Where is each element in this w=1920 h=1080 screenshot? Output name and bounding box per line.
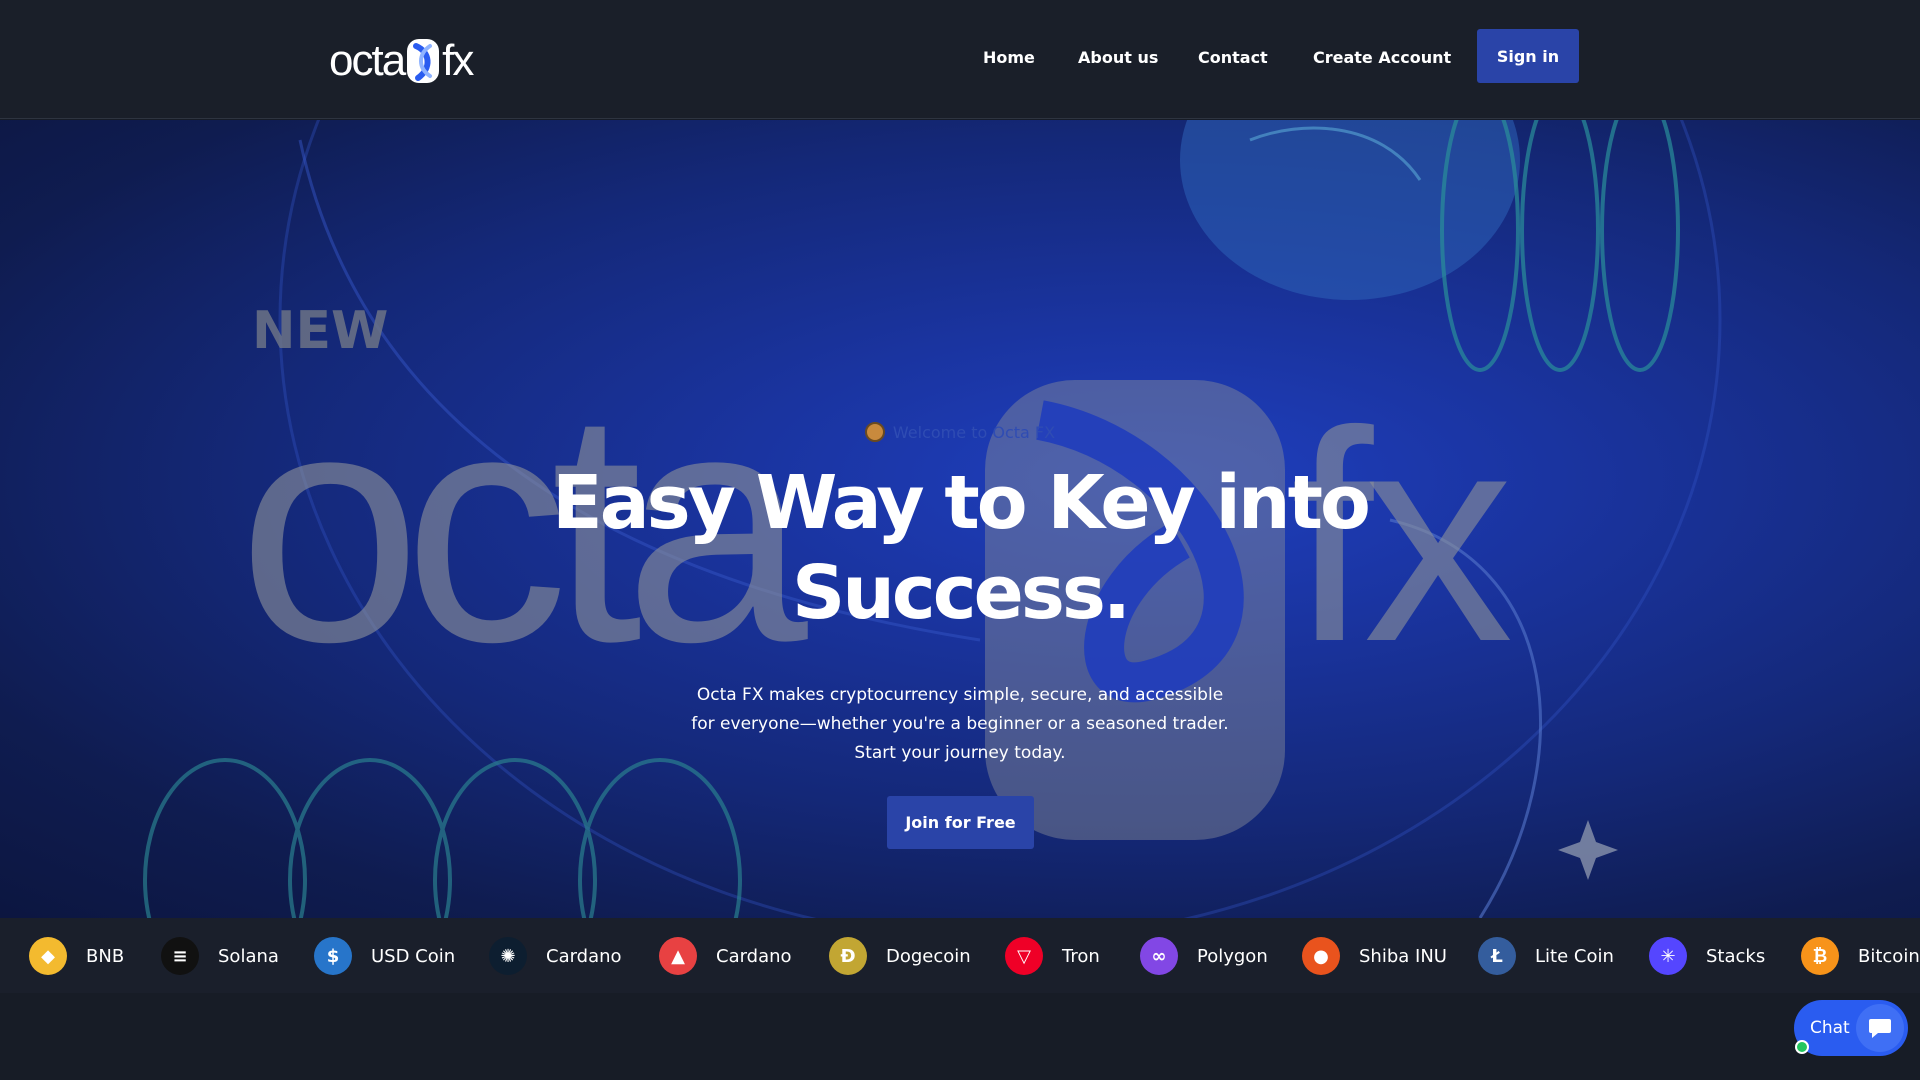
bnb-icon: ◆ bbox=[29, 937, 67, 975]
cardano-icon: ✺ bbox=[489, 937, 527, 975]
brand-logo[interactable]: octa fx bbox=[329, 35, 474, 87]
ticker-item[interactable]: ✺ Cardano bbox=[489, 936, 622, 976]
description-line-3: Start your journey today. bbox=[854, 743, 1066, 763]
nav-home-link[interactable]: Home bbox=[983, 48, 1035, 67]
ticker-label: Shiba INU bbox=[1359, 945, 1447, 967]
ticker-label: Cardano bbox=[546, 945, 622, 967]
ticker-label: Cardano bbox=[716, 945, 792, 967]
ticker-label: Tron bbox=[1062, 945, 1100, 967]
online-status-dot bbox=[1795, 1040, 1809, 1054]
description-line-2: for everyone—whether you're a beginner o… bbox=[691, 714, 1229, 734]
chat-widget-button[interactable]: Chat bbox=[1794, 1000, 1908, 1056]
ticker-item[interactable]: ▽ Tron bbox=[1005, 936, 1100, 976]
hero-headline: Easy Way to Key into Success. bbox=[0, 458, 1920, 638]
ticker-label: Solana bbox=[218, 945, 279, 967]
polygon-icon: ∞ bbox=[1140, 937, 1178, 975]
logo-fx-text: fx bbox=[442, 36, 474, 85]
headline-line-2: Success. bbox=[791, 550, 1131, 636]
ticker-item[interactable]: Ł Lite Coin bbox=[1478, 936, 1614, 976]
logo-octa-text: octa bbox=[329, 36, 406, 85]
solana-icon: ≡ bbox=[161, 937, 199, 975]
welcome-coin-icon bbox=[864, 422, 885, 442]
ticker-item[interactable]: ✳ Stacks bbox=[1649, 936, 1765, 976]
nav-about-link[interactable]: About us bbox=[1078, 48, 1158, 67]
ticker-label: Stacks bbox=[1706, 945, 1766, 967]
ticker-item[interactable]: ◆ BNB bbox=[29, 936, 124, 976]
ticker-label: Lite Coin bbox=[1535, 945, 1614, 967]
dogecoin-icon: Ð bbox=[829, 937, 867, 975]
litecoin-icon: Ł bbox=[1478, 937, 1516, 975]
avalanche-icon: ▲ bbox=[659, 937, 697, 975]
ticker-label: USD Coin bbox=[371, 945, 456, 967]
logo-mark-icon bbox=[407, 39, 440, 83]
nav-create-account-link[interactable]: Create Account bbox=[1313, 48, 1451, 67]
ticker-label: BNB bbox=[86, 945, 125, 967]
join-for-free-button[interactable]: Join for Free bbox=[887, 796, 1034, 849]
shiba-icon: ● bbox=[1302, 937, 1340, 975]
ticker-label: Dogecoin bbox=[886, 945, 971, 967]
chat-bubble-icon bbox=[1856, 1004, 1904, 1052]
headline-line-1: Easy Way to Key into bbox=[552, 460, 1371, 546]
ticker-item[interactable]: $ USD Coin bbox=[314, 936, 455, 976]
nav-contact-link[interactable]: Contact bbox=[1198, 48, 1268, 67]
ticker-label: Polygon bbox=[1197, 945, 1268, 967]
ticker-item[interactable]: ∞ Polygon bbox=[1140, 936, 1268, 976]
welcome-tagline: Welcome to Octa FX bbox=[0, 422, 1920, 446]
hero-description: Octa FX makes cryptocurrency simple, sec… bbox=[680, 681, 1240, 768]
ticker-item[interactable]: ▲ Cardano bbox=[659, 936, 792, 976]
ticker-label: Bitcoin bbox=[1858, 945, 1920, 967]
tron-icon: ▽ bbox=[1005, 937, 1043, 975]
top-navbar: octa fx Home About us Contact Create Acc… bbox=[0, 0, 1920, 119]
ticker-item[interactable]: ₿ Bitcoin bbox=[1801, 936, 1920, 976]
bitcoin-icon: ₿ bbox=[1801, 937, 1839, 975]
ticker-item[interactable]: ≡ Solana bbox=[161, 936, 279, 976]
sign-in-button[interactable]: Sign in bbox=[1477, 29, 1579, 83]
stacks-icon: ✳ bbox=[1649, 937, 1687, 975]
chat-label: Chat bbox=[1810, 1018, 1850, 1038]
hero-section: NEW octa fx Welcome to Octa FX Easy Way … bbox=[0, 120, 1920, 918]
ticker-item[interactable]: Ð Dogecoin bbox=[829, 936, 971, 976]
description-line-1: Octa FX makes cryptocurrency simple, sec… bbox=[696, 685, 1224, 705]
welcome-text: Welcome to Octa FX bbox=[892, 422, 1056, 442]
usdc-icon: $ bbox=[314, 937, 352, 975]
crypto-ticker: ◆ BNB ≡ Solana $ USD Coin ✺ Cardano ▲ Cardano Ð Dog… bbox=[0, 918, 1920, 993]
ticker-item[interactable]: ● Shiba INU bbox=[1302, 936, 1447, 976]
